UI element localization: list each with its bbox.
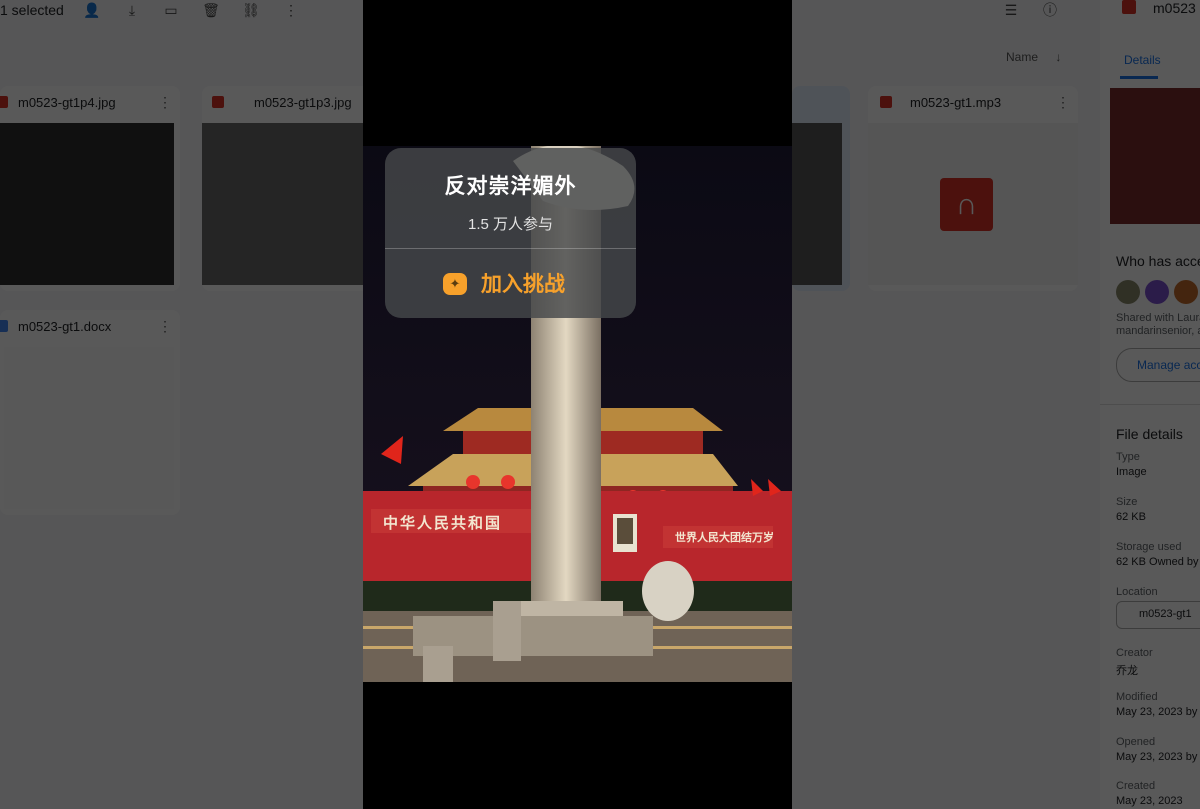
image-file-icon <box>1122 0 1136 14</box>
challenge-card: 反对崇洋媚外 1.5 万人参与 ✦ 加入挑战 <box>385 148 636 318</box>
file-name: m0523-gt1p4.jpg <box>18 95 116 110</box>
image-file-icon <box>212 96 224 108</box>
join-challenge-button[interactable]: 加入挑战 <box>481 268 565 298</box>
banner-right-text: 世界人民大团结万岁 <box>675 532 774 544</box>
sort-arrow-icon: ↓ <box>1055 50 1062 64</box>
size-value: 62 KB <box>1116 511 1146 523</box>
file-card-header: m0523-gt1.mp3 ⋮ <box>868 86 1078 120</box>
shared-with-text: Shared with Laura <box>1116 312 1200 324</box>
creator-value: 乔龙 <box>1116 665 1138 677</box>
avatar <box>1116 280 1140 304</box>
more-options-icon[interactable]: ⋮ <box>158 318 172 335</box>
storage-value: 62 KB Owned by <box>1116 556 1199 568</box>
audio-file-icon <box>880 96 892 108</box>
type-value: Image <box>1116 466 1147 478</box>
more-options-icon[interactable]: ⋮ <box>1056 94 1070 111</box>
sort-label: Name <box>1006 50 1039 64</box>
file-thumbnail <box>4 347 174 509</box>
location-chip[interactable]: m0523-gt1 <box>1116 601 1200 629</box>
challenge-title: 反对崇洋媚外 <box>444 175 577 198</box>
file-thumbnail <box>792 123 842 285</box>
manage-access-button[interactable]: Manage acce <box>1116 348 1200 382</box>
tab-underline <box>1120 76 1158 79</box>
who-has-access-heading: Who has acce <box>1116 253 1200 269</box>
add-person-icon[interactable]: 👤 <box>83 2 101 18</box>
avatar <box>1174 280 1198 304</box>
avatar <box>1145 280 1169 304</box>
more-vert-icon[interactable]: ⋮ <box>282 2 300 18</box>
image-file-icon <box>0 96 8 108</box>
plus-badge-icon: ✦ <box>443 273 467 295</box>
manage-access-label: Manage acce <box>1137 358 1200 372</box>
type-label: Type <box>1116 451 1140 463</box>
divider <box>1100 404 1200 405</box>
headphones-icon: ∩ <box>940 178 993 231</box>
preview-thumbnail <box>1110 88 1200 224</box>
file-name: m0523-gt1.docx <box>18 319 112 334</box>
file-card-selected[interactable] <box>792 86 850 291</box>
file-card[interactable]: m0523-gt1p4.jpg ⋮ <box>0 86 180 291</box>
location-value: m0523-gt1 <box>1139 608 1192 620</box>
banner-left-text: 中华人民共和国 <box>383 515 503 532</box>
trash-icon[interactable]: 🗑 <box>202 2 220 18</box>
file-name: m0523-gt1.mp3 <box>910 95 1002 110</box>
tab-details[interactable]: Details <box>1124 53 1161 67</box>
creator-label: Creator <box>1116 647 1153 659</box>
file-card[interactable]: m0523-gt1.docx ⋮ <box>0 310 180 515</box>
modified-value: May 23, 2023 by <box>1116 706 1198 718</box>
move-folder-icon[interactable]: ▭ <box>162 2 180 18</box>
sort-control[interactable]: Name ↓ <box>1006 50 1061 64</box>
download-icon[interactable]: ⤓ <box>123 2 141 18</box>
storage-label: Storage used <box>1116 541 1182 553</box>
details-panel: m0523 Details Who has acce Shared with L… <box>1100 0 1200 809</box>
image-viewer: 中华人民共和国 世界人民大团结万岁 <box>363 0 792 809</box>
list-view-icon[interactable]: ☰ <box>1002 2 1020 18</box>
participant-count: 1.5 万人参与 <box>467 216 554 233</box>
created-value: May 23, 2023 <box>1116 795 1183 807</box>
file-details-heading: File details <box>1116 426 1183 442</box>
info-icon[interactable]: ⓘ <box>1041 2 1059 18</box>
opened-value: May 23, 2023 by <box>1116 751 1198 763</box>
link-icon[interactable]: ⛓ <box>242 2 260 18</box>
file-thumbnail: ∩ <box>868 123 1078 285</box>
file-card[interactable]: m0523-gt1.mp3 ⋮ ∩ <box>868 86 1078 291</box>
file-card-header: m0523-gt1p4.jpg ⋮ <box>0 86 180 120</box>
modified-label: Modified <box>1116 691 1158 703</box>
opened-label: Opened <box>1116 736 1156 748</box>
divider <box>385 248 636 249</box>
file-thumbnail <box>0 123 174 285</box>
created-label: Created <box>1116 780 1156 792</box>
file-thumbnail <box>202 123 372 285</box>
panel-file-title: m0523 <box>1153 0 1196 16</box>
file-card-header: m0523-gt1.docx ⋮ <box>0 310 180 344</box>
location-label: Location <box>1116 586 1158 598</box>
shared-with-text-2: mandarinsenior, ar <box>1116 325 1200 337</box>
doc-file-icon <box>0 320 8 332</box>
file-card[interactable]: m0523-gt1p3.jpg <box>202 86 372 291</box>
file-name: m0523-gt1p3.jpg <box>254 95 352 110</box>
more-options-icon[interactable]: ⋮ <box>158 94 172 111</box>
file-card-header: m0523-gt1p3.jpg <box>202 86 372 120</box>
selection-count: 1 selected <box>0 2 64 18</box>
size-label: Size <box>1116 496 1138 508</box>
